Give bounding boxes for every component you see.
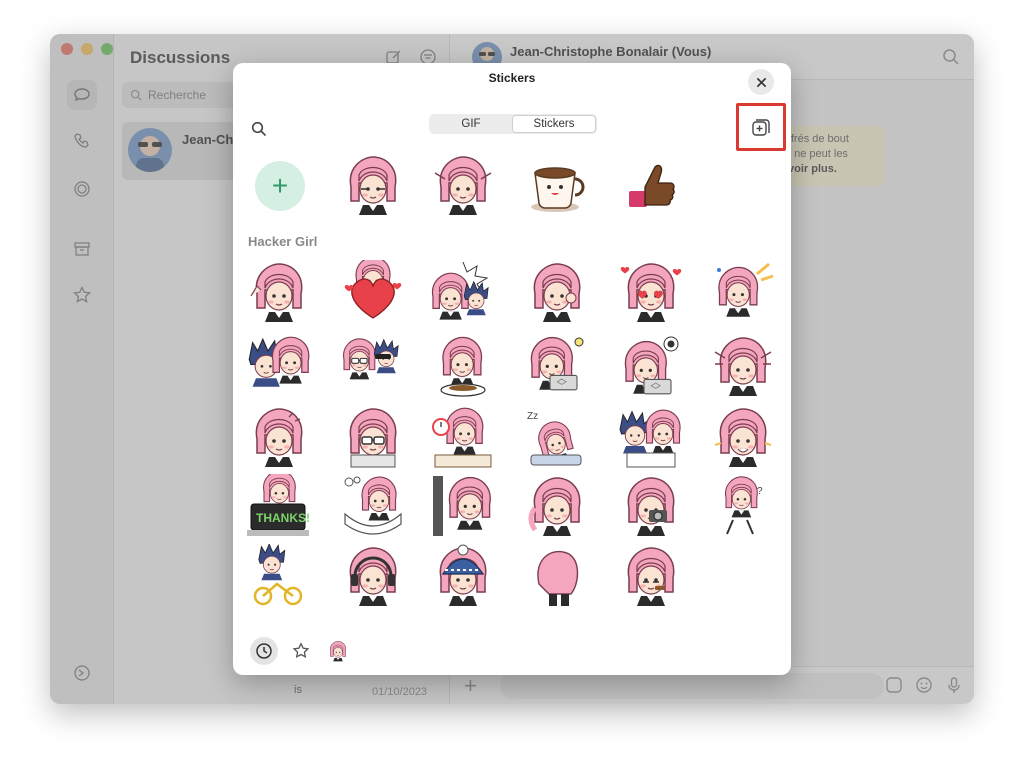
svg-text:?: ? [757,486,763,497]
sticker-hacker-girl-5[interactable] [619,260,683,324]
sticker-hacker-girl-16[interactable]: Zz [525,405,589,469]
create-sticker-button[interactable]: + [255,161,305,211]
sticker-pack-title: Hacker Girl [248,234,318,249]
svg-text:THANKS!: THANKS! [256,511,310,525]
add-sticker-pack-button[interactable] [736,103,786,151]
tab-stickers[interactable]: Stickers [512,115,596,133]
clock-icon [256,643,272,659]
sticker-hacker-girl-13[interactable] [247,405,311,469]
sticker-hacker-girl-12[interactable] [711,334,775,398]
sticker-hacker-girl-29[interactable] [619,544,683,608]
dialog-title: Stickers [488,71,536,85]
sticker-hacker-girl-1[interactable] [247,260,311,324]
add-pack-icon [752,119,770,136]
sticker-hacker-girl-9[interactable] [431,334,495,398]
sticker-thumbs-up[interactable] [619,153,683,217]
sticker-hacker-girl-3[interactable] [431,260,495,324]
hacker-girl-pack-tab[interactable] [324,637,352,665]
sticker-hacker-girl-25[interactable] [247,543,311,608]
sticker-hacker-girl-27[interactable] [431,544,495,608]
star-icon [292,642,310,659]
recent-stickers-tab[interactable] [250,637,278,665]
sticker-hacker-girl-10[interactable] [525,334,589,398]
recent-stickers-row: + [233,153,791,223]
tab-gif[interactable]: GIF [430,115,512,133]
sticker-hacker-girl-4[interactable] [525,260,589,324]
sticker-hacker-girl-11[interactable] [619,334,683,398]
sticker-hacker-girl-15[interactable] [431,405,495,469]
sticker-hacker-girl-24[interactable]: ? [711,474,775,538]
sticker-hacker-girl-28[interactable] [525,544,589,608]
close-dialog-button[interactable] [748,69,774,95]
sticker-hacker-girl-thanks[interactable]: THANKS! [247,470,311,538]
search-icon[interactable] [251,121,267,137]
sticker-hacker-girl-21[interactable] [431,474,495,538]
sticker-hacker-girl-18[interactable] [711,405,775,469]
sticker-recent-1[interactable] [341,153,405,217]
sticker-picker-dialog: Stickers GIF Stickers + Hacker Girl Zz T… [233,63,791,675]
sticker-hacker-girl-6[interactable] [711,260,775,324]
sticker-hacker-girl-17[interactable] [619,405,683,469]
close-icon [756,77,766,87]
sticker-hacker-girl-2[interactable] [341,256,405,324]
sticker-pack-tabs [233,631,791,675]
sticker-recent-2[interactable] [431,153,495,217]
sticker-coffee-cup[interactable] [525,153,589,217]
sticker-hacker-girl-20[interactable] [341,474,405,538]
sticker-hacker-girl-26[interactable] [341,544,405,608]
sticker-type-tabs: GIF Stickers [429,114,597,134]
sticker-hacker-girl-14[interactable] [341,405,405,469]
pack-thumbnail-icon [329,641,347,662]
sticker-hacker-girl-22[interactable] [525,474,589,538]
sticker-hacker-girl-8[interactable] [341,334,405,398]
sticker-hacker-girl-7[interactable] [247,334,311,398]
svg-text:Zz: Zz [527,411,538,422]
sticker-hacker-girl-23[interactable] [619,474,683,538]
favorite-stickers-tab[interactable] [287,637,315,665]
